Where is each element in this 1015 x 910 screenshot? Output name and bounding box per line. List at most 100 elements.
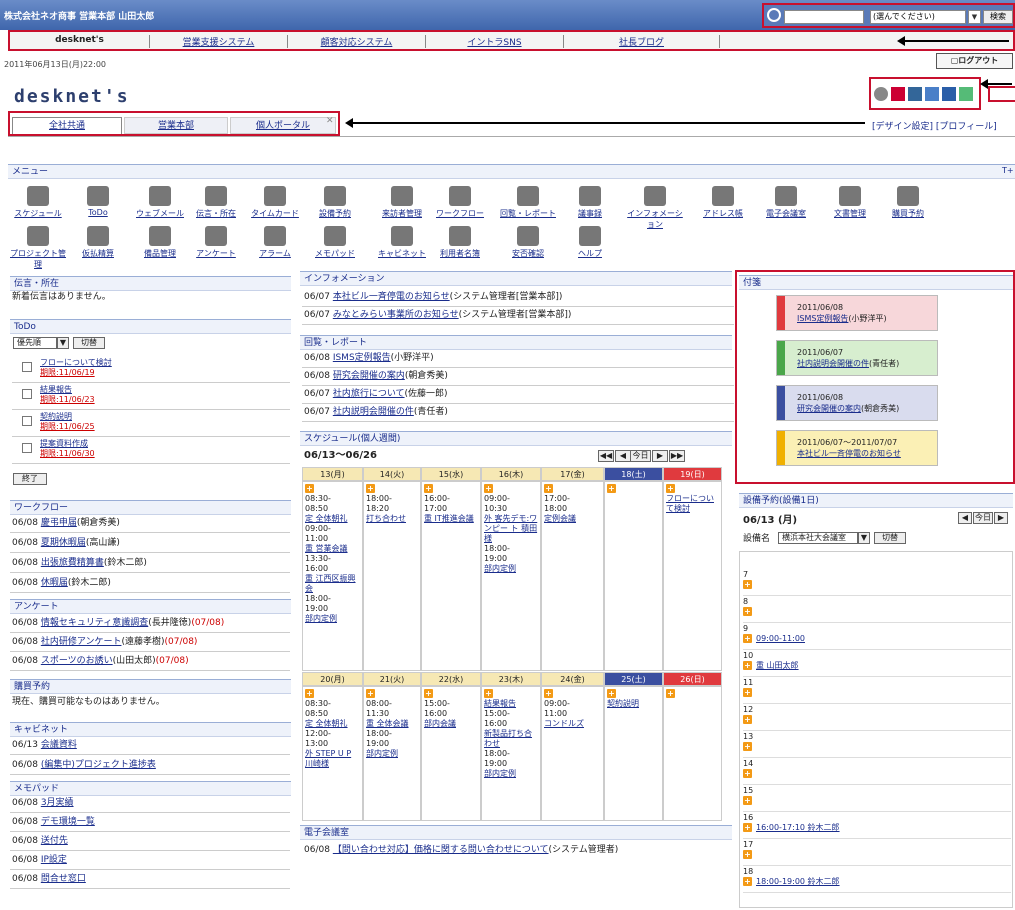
add-icon[interactable]: + — [484, 484, 493, 493]
add-icon[interactable]: + — [743, 661, 752, 670]
setsubi-switch-button[interactable]: 切替 — [874, 532, 906, 544]
workflow-link[interactable]: 慶弔申届 — [41, 518, 77, 528]
dengon-header[interactable]: 伝言・所在 — [10, 276, 291, 291]
calendar-entry[interactable]: 部内定例 — [484, 769, 538, 779]
menu-item-11[interactable]: アドレス帳 — [693, 186, 753, 219]
menu2-label-7[interactable]: 利用者名簿 — [440, 249, 480, 258]
menu-label-7[interactable]: ワークフロー — [436, 209, 484, 218]
todo-checkbox[interactable] — [22, 416, 32, 426]
todo-title[interactable]: 契約説明 — [40, 412, 95, 422]
setsubi-header[interactable]: 設備予約(設備1日) — [739, 493, 1013, 508]
add-icon[interactable]: + — [743, 688, 752, 697]
calendar-entry[interactable]: 新製品打ち合わせ — [484, 729, 538, 749]
menu2-label-0[interactable]: プロジェクト管理 — [10, 249, 66, 269]
calendar-entry[interactable]: 重 営業会議 — [305, 544, 360, 554]
chevron-down-icon[interactable]: ▼ — [968, 10, 981, 24]
enquete-link[interactable]: スポーツのお誘い — [41, 656, 113, 666]
schedule-nav-0[interactable]: ◀◀ — [598, 450, 614, 462]
mail-icon[interactable] — [891, 87, 905, 101]
menu2-label-9[interactable]: ヘルプ — [578, 249, 602, 258]
menu-item2-3[interactable]: アンケート — [186, 226, 246, 259]
add-icon[interactable]: + — [366, 689, 375, 698]
menu-label-2[interactable]: ウェブメール — [136, 209, 184, 218]
kaigi-row[interactable]: 06/08 【問い合わせ対応】価格に関する問い合わせについて(システム管理者) — [304, 844, 618, 857]
add-icon[interactable]: + — [424, 689, 433, 698]
workflow-link[interactable]: 休暇届 — [41, 578, 68, 588]
menu-item-4[interactable]: タイムカード — [245, 186, 305, 219]
kaigi-header[interactable]: 電子会議室 — [300, 825, 732, 840]
fusen-link[interactable]: 本社ビル一斉停電のお知らせ — [797, 449, 901, 458]
menu-label-3[interactable]: 伝言・所在 — [196, 209, 236, 218]
add-icon[interactable]: + — [305, 484, 314, 493]
memo-link[interactable]: IP設定 — [41, 855, 67, 865]
menu-label-14[interactable]: 購買予約 — [892, 209, 924, 218]
fusen-link[interactable]: 研究会開催の案内 — [797, 404, 861, 413]
menu-item-10[interactable]: インフォメーション — [625, 186, 685, 230]
slot-event[interactable]: 16:00-17:10 鈴木二郎 — [756, 823, 840, 832]
menu-item-6[interactable]: 来訪者管理 — [372, 186, 432, 219]
chevron-down-icon[interactable]: ▼ — [858, 532, 870, 544]
menu-label-4[interactable]: タイムカード — [251, 209, 299, 218]
fusen-note[interactable]: 2011/06/07 社内説明会開催の件(青任者) — [776, 340, 938, 376]
facility-slot[interactable]: 15 + — [743, 786, 1011, 812]
add-icon[interactable]: + — [743, 796, 752, 805]
memo-row[interactable]: 06/08 IP設定 — [12, 854, 67, 867]
workflow-row[interactable]: 06/08 休暇届(鈴木二郎) — [12, 577, 111, 590]
facility-slot[interactable]: 18 +18:00-19:00 鈴木二郎 — [743, 867, 1011, 893]
todo-item[interactable]: 提案資料作成 期限:11/06/30 — [40, 439, 95, 459]
tab-all[interactable]: 全社共通 — [12, 117, 122, 134]
calendar-cell[interactable]: +08:30- 08:50 定 全体朝礼 09:00- 11:00 重 営業会議 13:30… — [302, 481, 363, 671]
menu2-label-5[interactable]: メモパッド — [315, 249, 355, 258]
add-icon[interactable]: + — [424, 484, 433, 493]
add-icon[interactable]: + — [743, 850, 752, 859]
menu2-label-3[interactable]: アンケート — [196, 249, 236, 258]
close-icon[interactable]: ✕ — [326, 116, 334, 126]
slot-event[interactable]: 18:00-19:00 鈴木二郎 — [756, 877, 840, 886]
facility-slot[interactable]: 9 +09:00-11:00 — [743, 624, 1011, 650]
add-icon[interactable]: + — [743, 742, 752, 751]
enquete-row[interactable]: 06/08 スポーツのお誘い(山田太郎)(07/08) — [12, 655, 189, 668]
kairan-link[interactable]: ISMS定例報告 — [333, 353, 391, 363]
fusen-header[interactable]: 付箋 — [739, 275, 1013, 290]
enquete-row[interactable]: 06/08 社内研修アンケート(遠藤孝樹)(07/08) — [12, 636, 197, 649]
info-link[interactable]: 本社ビル一斉停電のお知らせ — [333, 292, 450, 302]
calendar-entry[interactable]: コンドルズ — [544, 719, 601, 729]
schedule-nav-3[interactable]: ▶ — [652, 450, 668, 462]
calendar-cell[interactable]: +16:00- 17:00 重 IT推進会議 — [421, 481, 481, 671]
menu-label-0[interactable]: スケジュール — [14, 209, 61, 218]
fusen-line[interactable]: 本社ビル一斉停電のお知らせ — [797, 448, 937, 459]
menu-item-14[interactable]: 購買予約 — [878, 186, 938, 219]
menu-label-12[interactable]: 電子会議室 — [766, 209, 806, 218]
add-icon[interactable]: + — [305, 689, 314, 698]
calendar-entry[interactable]: 契約説明 — [607, 699, 660, 709]
add-icon[interactable]: + — [607, 484, 616, 493]
fusen-note[interactable]: 2011/06/08 ISMS定例報告(小野洋平) — [776, 295, 938, 331]
menu-item-9[interactable]: 議事録 — [560, 186, 620, 219]
portal-icon[interactable] — [988, 86, 1015, 102]
menu-item-3[interactable]: 伝言・所在 — [186, 186, 246, 219]
fusen-note[interactable]: 2011/06/08 研究会開催の案内(朝倉秀美) — [776, 385, 938, 421]
calendar-cell[interactable]: +08:00- 11:30 重 全体会議 18:00- 19:00 部内定例 — [363, 686, 421, 821]
nav-blog[interactable]: 社長ブログ — [564, 35, 720, 48]
menu-item2-6[interactable]: キャビネット — [372, 226, 432, 259]
next-day-button[interactable]: ▶ — [994, 512, 1008, 524]
add-icon[interactable]: + — [666, 484, 675, 493]
menu-item-1[interactable]: ToDo — [68, 186, 128, 217]
calendar-cell[interactable]: +09:00- 10:30 外 客先デモ:ワンピー ト 積田様 18:00- 19:00… — [481, 481, 541, 671]
menu-item-5[interactable]: 設備予約 — [305, 186, 365, 219]
calendar-entry[interactable]: 部内会議 — [424, 719, 478, 729]
calendar-cell[interactable]: +17:00- 18:00 定例会議 — [541, 481, 604, 671]
tab-personal[interactable]: 個人ポータル — [230, 117, 336, 134]
schedule-nav-2[interactable]: 今日 — [630, 450, 651, 462]
facility-slot[interactable]: 7 + — [743, 570, 1011, 596]
todo-item[interactable]: 契約説明 期限:11/06/25 — [40, 412, 95, 432]
fusen-line[interactable]: ISMS定例報告(小野洋平) — [797, 313, 937, 324]
enquete-link[interactable]: 情報セキュリティ意識調査 — [41, 618, 148, 628]
info-link[interactable]: みなとみらい事業所のお知らせ — [333, 310, 459, 320]
kairan-link[interactable]: 社内説明会開催の件 — [333, 407, 414, 417]
workflow-row[interactable]: 06/08 出張旅費精算書(鈴木二郎) — [12, 557, 147, 570]
add-icon[interactable]: + — [743, 823, 752, 832]
settings-icon[interactable] — [925, 87, 939, 101]
logout-button[interactable]: ▢ログアウト — [936, 53, 1013, 69]
todo-sort-select[interactable]: 優先順 — [13, 337, 57, 349]
